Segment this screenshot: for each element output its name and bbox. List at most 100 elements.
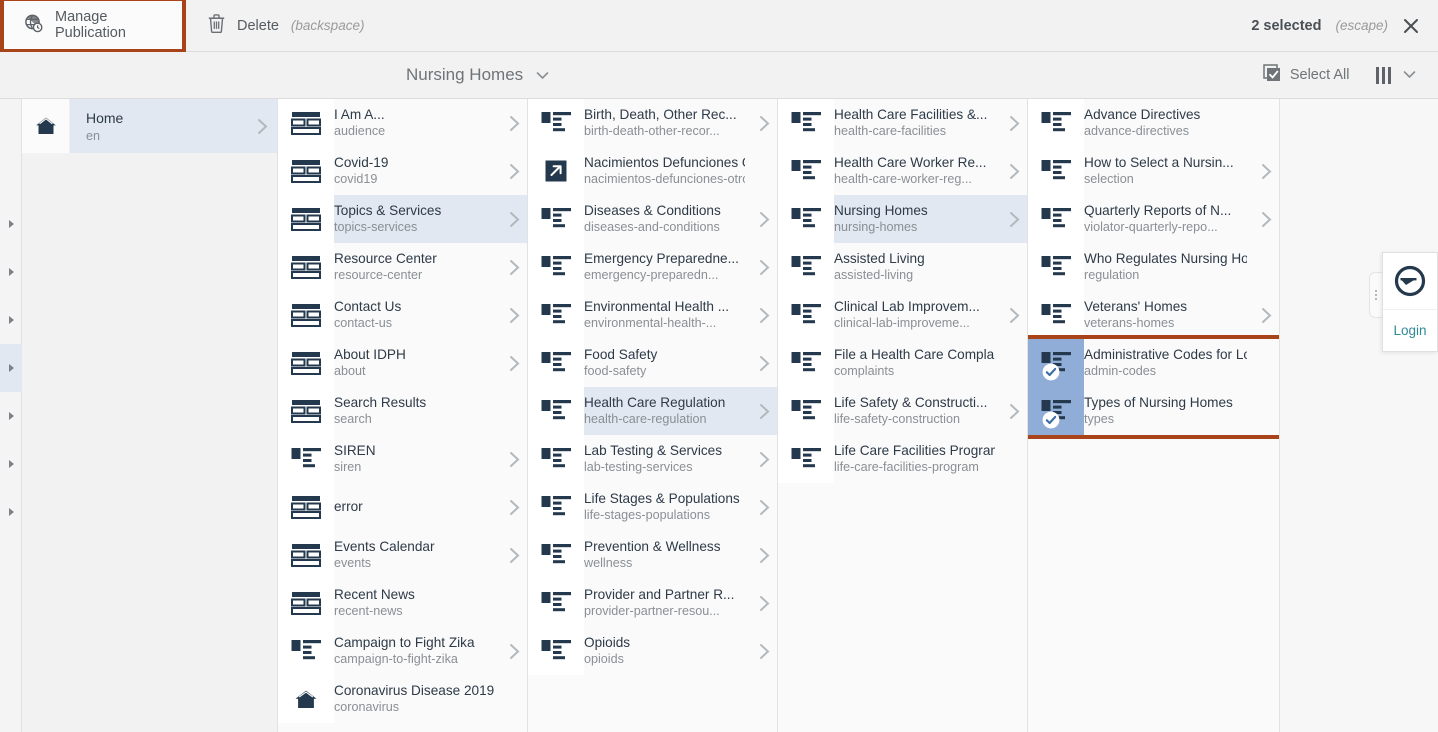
- browser-row[interactable]: Opioids opioids: [528, 627, 777, 675]
- chevron-right-icon[interactable]: [501, 547, 527, 564]
- selection-status: 2 selected (escape): [1251, 17, 1438, 35]
- browser-row[interactable]: error: [278, 483, 527, 531]
- drag-grip-icon[interactable]: [1369, 272, 1382, 318]
- chevron-right-icon[interactable]: [751, 499, 777, 516]
- browser-row[interactable]: Environmental Health ... environmental-he…: [528, 291, 777, 339]
- chevron-right-icon[interactable]: [501, 451, 527, 468]
- browser-row[interactable]: Resource Center resource-center: [278, 243, 527, 291]
- browser-row[interactable]: Quarterly Reports of N... violator-quarte…: [1028, 195, 1279, 243]
- browser-row[interactable]: Birth, Death, Other Rec... birth-death-ot…: [528, 99, 777, 147]
- chevron-right-icon[interactable]: [1253, 163, 1279, 180]
- browser-row[interactable]: File a Health Care Complaint complaints: [778, 339, 1027, 387]
- browser-row[interactable]: Prevention & Wellness wellness: [528, 531, 777, 579]
- chevron-right-icon[interactable]: [751, 355, 777, 372]
- chevron-right-icon[interactable]: [751, 115, 777, 132]
- manage-publication-button[interactable]: Manage Publication: [0, 0, 186, 53]
- chevron-right-icon[interactable]: [751, 211, 777, 228]
- chevron-right-icon[interactable]: [751, 307, 777, 324]
- rail-marker[interactable]: [0, 392, 22, 440]
- chevron-right-icon[interactable]: [501, 355, 527, 372]
- close-icon[interactable]: [1402, 17, 1420, 35]
- browser-row[interactable]: Administrative Codes for Long ... admin-c…: [1028, 339, 1279, 387]
- row-title: error: [334, 498, 363, 514]
- browser-row[interactable]: Diseases & Conditions diseases-and-condit…: [528, 195, 777, 243]
- rail-marker[interactable]: [0, 200, 22, 248]
- browser-row[interactable]: Nacimientos Defunciones Otr... nacimiento…: [528, 147, 777, 195]
- chevron-right-icon[interactable]: [751, 547, 777, 564]
- browser-row[interactable]: Emergency Preparedne... emergency-prepare…: [528, 243, 777, 291]
- checkbox-checked-icon: [1263, 64, 1281, 86]
- chevron-right-icon[interactable]: [501, 307, 527, 324]
- article-icon: [778, 291, 834, 339]
- chevron-right-icon[interactable]: [751, 643, 777, 660]
- browser-row[interactable]: Life Care Facilities Program life-care-fa…: [778, 435, 1027, 483]
- row-title: Events Calendar: [334, 539, 435, 554]
- browser-row[interactable]: Advance Directives advance-directives: [1028, 99, 1279, 147]
- browser-row[interactable]: Topics & Services topics-services: [278, 195, 527, 243]
- delete-label: Delete: [237, 17, 279, 34]
- chevron-right-icon[interactable]: [751, 403, 777, 420]
- chevron-right-icon[interactable]: [501, 163, 527, 180]
- browser-row[interactable]: Provider and Partner R... provider-partne…: [528, 579, 777, 627]
- rail-marker[interactable]: [0, 488, 22, 536]
- article-icon: [778, 435, 834, 483]
- browser-row[interactable]: About IDPH about: [278, 339, 527, 387]
- chevron-right-icon[interactable]: [751, 451, 777, 468]
- rail-marker[interactable]: [0, 296, 22, 344]
- browser-row[interactable]: Types of Nursing Homes types: [1028, 387, 1279, 435]
- chevron-right-icon[interactable]: [501, 211, 527, 228]
- chevron-right-icon[interactable]: [1001, 403, 1027, 420]
- chevron-right-icon[interactable]: [501, 499, 527, 516]
- rail-marker[interactable]: [0, 248, 22, 296]
- browser-row[interactable]: Contact Us contact-us: [278, 291, 527, 339]
- browser-row[interactable]: I Am A... audience: [278, 99, 527, 147]
- rail-marker[interactable]: [0, 344, 22, 392]
- login-link[interactable]: Login: [1383, 309, 1437, 351]
- browser-row[interactable]: Veterans' Homes veterans-homes: [1028, 291, 1279, 339]
- browser-row[interactable]: Lab Testing & Services lab-testing-servic…: [528, 435, 777, 483]
- ancestor-rail[interactable]: [0, 99, 22, 732]
- browser-row[interactable]: Covid-19 covid19: [278, 147, 527, 195]
- column-3: Birth, Death, Other Rec... birth-death-ot…: [528, 99, 778, 732]
- browser-row[interactable]: Search Results search: [278, 387, 527, 435]
- chevron-right-icon[interactable]: [501, 643, 527, 660]
- browser-row[interactable]: Assisted Living assisted-living: [778, 243, 1027, 291]
- chevron-right-icon[interactable]: [1001, 211, 1027, 228]
- browser-row[interactable]: Health Care Facilities &... health-care-f…: [778, 99, 1027, 147]
- browser-row[interactable]: Nursing Homes nursing-homes: [778, 195, 1027, 243]
- browser-row[interactable]: Clinical Lab Improvem... clinical-lab-imp…: [778, 291, 1027, 339]
- chevron-right-icon[interactable]: [1001, 307, 1027, 324]
- delete-button[interactable]: Delete (backspace): [186, 0, 386, 52]
- article-icon: [528, 579, 584, 627]
- column-options-button[interactable]: [1375, 66, 1417, 84]
- row-text: Quarterly Reports of N... violator-quarte…: [1084, 203, 1253, 235]
- browser-row[interactable]: Food Safety food-safety: [528, 339, 777, 387]
- browser-row[interactable]: How to Select a Nursin... selection: [1028, 147, 1279, 195]
- chevron-right-icon[interactable]: [501, 259, 527, 276]
- chevron-right-icon[interactable]: [1253, 211, 1279, 228]
- chevron-right-small-icon: [8, 364, 14, 372]
- chevron-right-icon[interactable]: [1253, 307, 1279, 324]
- browser-row[interactable]: Who Regulates Nursing Homes? regulation: [1028, 243, 1279, 291]
- rail-marker[interactable]: [0, 440, 22, 488]
- browser-row[interactable]: Campaign to Fight Zika campaign-to-fight-…: [278, 627, 527, 675]
- column-browser: Home en I Am A... audience Covid-19 covid19…: [0, 99, 1438, 732]
- browser-row[interactable]: Recent News recent-news: [278, 579, 527, 627]
- chevron-right-icon[interactable]: [1001, 163, 1027, 180]
- page-title-dropdown[interactable]: Nursing Homes: [406, 65, 549, 85]
- browser-row[interactable]: Life Safety & Constructi... life-safety-c…: [778, 387, 1027, 435]
- chevron-right-icon[interactable]: [751, 259, 777, 276]
- browser-row[interactable]: Coronavirus Disease 2019 (CO... coronavir…: [278, 675, 527, 723]
- browser-row[interactable]: Health Care Regulation health-care-regula…: [528, 387, 777, 435]
- browser-row[interactable]: Life Stages & Populations life-stages-pop…: [528, 483, 777, 531]
- chevron-right-icon[interactable]: [751, 595, 777, 612]
- chevron-down-icon: [536, 65, 549, 85]
- select-all-button[interactable]: Select All: [1263, 64, 1350, 86]
- chevron-right-icon[interactable]: [1001, 115, 1027, 132]
- chevron-right-icon[interactable]: [501, 115, 527, 132]
- browser-row[interactable]: SIREN siren: [278, 435, 527, 483]
- home-row[interactable]: Home en: [22, 99, 277, 153]
- row-title: Health Care Facilities &...: [834, 107, 988, 122]
- browser-row[interactable]: Events Calendar events: [278, 531, 527, 579]
- browser-row[interactable]: Health Care Worker Re... health-care-work…: [778, 147, 1027, 195]
